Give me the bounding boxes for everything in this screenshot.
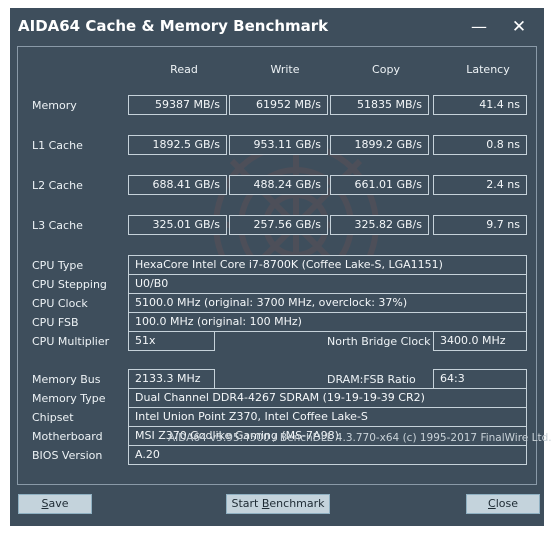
title-bar: AIDA64 Cache & Memory Benchmark — ✕	[10, 8, 544, 46]
memory-copy-value: 51835 MB/s	[330, 95, 429, 115]
l3-copy-value: 325.82 GB/s	[330, 215, 429, 235]
column-header-write: Write	[270, 63, 300, 76]
memory-bus-value: 2133.3 MHz	[128, 369, 215, 389]
memory-write-value: 61952 MB/s	[229, 95, 328, 115]
motherboard-label: Motherboard	[32, 430, 103, 443]
cpu-stepping-value: U0/B0	[128, 274, 527, 294]
l2-read-value: 688.41 GB/s	[128, 175, 227, 195]
close-icon[interactable]: ✕	[502, 12, 536, 42]
l3-latency-value: 9.7 ns	[433, 215, 527, 235]
dram-fsb-ratio-value: 64:3	[433, 369, 527, 389]
close-accel-key: C	[488, 497, 496, 510]
l3-read-value: 325.01 GB/s	[128, 215, 227, 235]
dram-fsb-ratio-label: DRAM:FSB Ratio	[327, 373, 416, 386]
l1-copy-value: 1899.2 GB/s	[330, 135, 429, 155]
l2-latency-value: 2.4 ns	[433, 175, 527, 195]
l1-write-value: 953.11 GB/s	[229, 135, 328, 155]
chipset-label: Chipset	[32, 411, 74, 424]
column-header-read: Read	[170, 63, 198, 76]
row-label-l2-cache: L2 Cache	[32, 179, 83, 192]
cpu-multiplier-label: CPU Multiplier	[32, 335, 110, 348]
save-button[interactable]: Save	[18, 494, 92, 514]
start-label-pre: Start	[231, 497, 262, 510]
start-benchmark-button[interactable]: Start Benchmark	[226, 494, 330, 514]
cpu-clock-value: 5100.0 MHz (original: 3700 MHz, overcloc…	[128, 293, 527, 313]
memory-type-label: Memory Type	[32, 392, 106, 405]
memory-type-value: Dual Channel DDR4-4267 SDRAM (19-19-19-3…	[128, 388, 527, 408]
row-label-memory: Memory	[32, 99, 77, 112]
north-bridge-clock-value: 3400.0 MHz	[433, 331, 527, 351]
l1-latency-value: 0.8 ns	[433, 135, 527, 155]
cpu-type-value: HexaCore Intel Core i7-8700K (Coffee Lak…	[128, 255, 527, 275]
north-bridge-clock-label: North Bridge Clock	[327, 335, 431, 348]
window-title: AIDA64 Cache & Memory Benchmark	[18, 17, 329, 35]
close-button[interactable]: Close	[466, 494, 540, 514]
l3-write-value: 257.56 GB/s	[229, 215, 328, 235]
benchmark-window: AIDA64 Cache & Memory Benchmark — ✕ Read…	[10, 8, 552, 526]
row-label-l3-cache: L3 Cache	[32, 219, 83, 232]
minimize-icon[interactable]: —	[462, 12, 496, 42]
bios-version-value: A.20	[128, 445, 527, 465]
chipset-value: Intel Union Point Z370, Intel Coffee Lak…	[128, 407, 527, 427]
cpu-fsb-value: 100.0 MHz (original: 100 MHz)	[128, 312, 527, 332]
start-label-post: enchmark	[269, 497, 325, 510]
column-header-copy: Copy	[372, 63, 400, 76]
cpu-clock-label: CPU Clock	[32, 297, 88, 310]
l2-copy-value: 661.01 GB/s	[330, 175, 429, 195]
cpu-fsb-label: CPU FSB	[32, 316, 79, 329]
cpu-multiplier-value: 51x	[128, 331, 215, 351]
l1-read-value: 1892.5 GB/s	[128, 135, 227, 155]
memory-latency-value: 41.4 ns	[433, 95, 527, 115]
version-footer: AIDA64 v5.95.4500 / BenchDLL 4.3.770-x64…	[168, 432, 552, 444]
cpu-stepping-label: CPU Stepping	[32, 278, 107, 291]
memory-read-value: 59387 MB/s	[128, 95, 227, 115]
column-header-latency: Latency	[466, 63, 510, 76]
memory-bus-label: Memory Bus	[32, 373, 101, 386]
close-label-rest: lose	[495, 497, 518, 510]
cpu-type-label: CPU Type	[32, 259, 84, 272]
bios-version-label: BIOS Version	[32, 449, 103, 462]
row-label-l1-cache: L1 Cache	[32, 139, 83, 152]
l2-write-value: 488.24 GB/s	[229, 175, 328, 195]
results-panel: Read Write Copy Latency Memory 59387 MB/…	[17, 46, 537, 485]
save-label-rest: ave	[48, 497, 69, 510]
